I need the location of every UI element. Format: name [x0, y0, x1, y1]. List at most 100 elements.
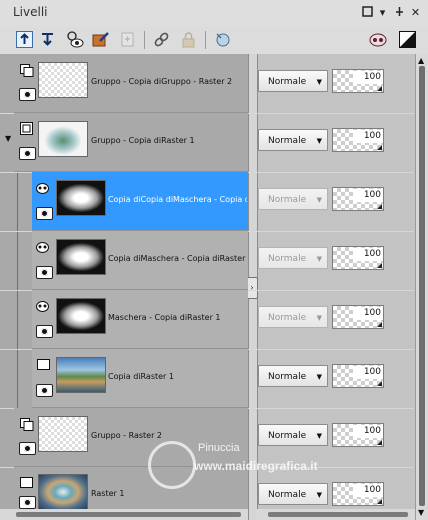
blend-mode-select[interactable]: Normale ▼ — [258, 129, 328, 151]
layer-thumbnail — [56, 357, 106, 393]
vertical-scrollbar[interactable]: ▲ ▼ — [415, 54, 428, 520]
layer-name: Copia diMaschera - Copia diRaster — [108, 254, 246, 263]
layer-thumbnail — [38, 62, 88, 98]
layer-thumbnail — [38, 474, 88, 510]
scroll-up-icon[interactable]: ▲ — [418, 56, 424, 65]
blend-mode-value: Normale — [268, 490, 307, 500]
layer-row[interactable]: Raster 1 Normale ▼ 100 — [0, 467, 414, 510]
opacity-field[interactable]: 100 — [332, 128, 384, 152]
horizontal-scrollbar-right[interactable] — [256, 509, 415, 520]
resize-corner-icon — [377, 86, 382, 91]
opacity-field[interactable]: 100 — [332, 482, 384, 506]
group-layer-icon — [20, 64, 34, 77]
blend-mode-select[interactable]: Normale ▼ — [258, 483, 328, 505]
chevron-down-icon: ▼ — [316, 255, 322, 263]
layer-row[interactable]: Copia diMaschera - Copia diRaster Normal… — [0, 231, 414, 291]
menu-dropdown-icon[interactable]: ▾ — [376, 6, 389, 19]
layer-name: Copia diRaster 1 — [108, 372, 174, 381]
layer-row[interactable]: Copia diCopia diMaschera - Copia d Norma… — [0, 172, 414, 232]
link-layers-icon[interactable] — [152, 30, 170, 48]
layer-name: Gruppo - Copia diRaster 1 — [91, 136, 195, 145]
scrollbar-thumb[interactable] — [16, 512, 241, 517]
duplicate-layer-icon[interactable] — [118, 30, 136, 48]
resize-corner-icon — [377, 145, 382, 150]
blend-mode-value: Normale — [268, 195, 307, 205]
opacity-field[interactable]: 100 — [332, 423, 384, 447]
layer-row[interactable]: Gruppo - Copia diGruppo - Raster 2 Norma… — [0, 54, 414, 114]
visibility-eye-icon[interactable] — [36, 384, 53, 397]
mask-layer-icon — [36, 242, 49, 253]
resize-corner-icon — [377, 499, 382, 504]
blend-mode-select[interactable]: Normale ▼ — [258, 247, 328, 269]
blend-mode-select[interactable]: Normale ▼ — [258, 365, 328, 387]
chevron-down-icon: ▼ — [316, 196, 322, 204]
restore-icon[interactable] — [361, 6, 374, 19]
opacity-value: 100 — [353, 307, 383, 320]
edit-layer-icon[interactable] — [92, 30, 110, 48]
blend-mode-value: Normale — [268, 254, 307, 264]
layer-row[interactable]: Gruppo - Copia diRaster 1 Normale ▼ 100 — [0, 113, 414, 173]
visibility-toggle-icon[interactable] — [66, 30, 84, 48]
scrollbar-thumb[interactable] — [268, 512, 408, 517]
raster-layer-icon — [37, 359, 51, 371]
invert-icon[interactable] — [398, 30, 416, 48]
visibility-eye-icon[interactable] — [36, 266, 53, 279]
visibility-eye-icon[interactable] — [19, 442, 36, 455]
blend-mode-select[interactable]: Normale ▼ — [258, 306, 328, 328]
layers-panel: › ▼ Gruppo - Copia diGruppo - Raster 2 N… — [0, 54, 428, 520]
blend-mode-value: Normale — [268, 77, 307, 87]
opacity-value: 100 — [353, 130, 383, 143]
visibility-eye-icon[interactable] — [19, 88, 36, 101]
scroll-down-icon[interactable]: ▼ — [418, 508, 424, 517]
layer-name: Copia diCopia diMaschera - Copia d — [108, 195, 247, 204]
layer-name: Maschera - Copia diRaster 1 — [108, 313, 221, 322]
opacity-field[interactable]: 100 — [332, 69, 384, 93]
pin-icon[interactable] — [393, 6, 406, 19]
blend-mode-select[interactable]: Normale ▼ — [258, 188, 328, 210]
opacity-value: 100 — [353, 484, 383, 497]
opacity-value: 100 — [353, 71, 383, 84]
resize-corner-icon — [377, 263, 382, 268]
blend-mode-value: Normale — [268, 372, 307, 382]
visibility-eye-icon[interactable] — [19, 496, 36, 509]
toolbar-separator — [144, 31, 145, 49]
blend-mode-value: Normale — [268, 431, 307, 441]
new-raster-layer-icon[interactable] — [15, 30, 33, 48]
lock-layer-icon[interactable] — [179, 30, 197, 48]
opacity-field[interactable]: 100 — [332, 364, 384, 388]
opacity-value: 100 — [353, 366, 383, 379]
chevron-down-icon: ▼ — [316, 491, 322, 499]
scrollbar-thumb[interactable] — [419, 66, 425, 506]
visibility-eye-icon[interactable] — [19, 147, 36, 160]
panel-title: Livelli — [13, 5, 48, 19]
layers-toolbar — [0, 26, 428, 55]
layer-row[interactable]: Maschera - Copia diRaster 1 Normale ▼ 100 — [0, 290, 414, 350]
blend-mode-select[interactable]: Normale ▼ — [258, 70, 328, 92]
opacity-field[interactable]: 100 — [332, 246, 384, 270]
group-layer-icon — [20, 418, 34, 431]
visibility-eye-icon[interactable] — [36, 207, 53, 220]
close-icon[interactable]: ✕ — [409, 6, 422, 19]
blend-mode-select[interactable]: Normale ▼ — [258, 424, 328, 446]
layer-row[interactable]: Gruppo - Raster 2 Normale ▼ 100 — [0, 408, 414, 468]
opacity-field[interactable]: 100 — [332, 305, 384, 329]
raster-layer-icon — [20, 477, 34, 489]
blend-mode-value: Normale — [268, 136, 307, 146]
horizontal-scrollbar-left[interactable] — [0, 509, 248, 520]
opacity-field[interactable]: 100 — [332, 187, 384, 211]
new-vector-layer-icon[interactable] — [38, 30, 56, 48]
layer-name: Gruppo - Raster 2 — [91, 431, 163, 440]
layer-thumbnail — [38, 121, 88, 157]
visibility-eye-icon[interactable] — [36, 325, 53, 338]
layer-row[interactable]: Copia diRaster 1 Normale ▼ 100 — [0, 349, 414, 409]
chevron-down-icon: ▼ — [316, 373, 322, 381]
opacity-value: 100 — [353, 248, 383, 261]
resize-corner-icon — [377, 204, 382, 209]
layer-name: Gruppo - Copia diGruppo - Raster 2 — [91, 77, 233, 86]
layer-thumbnail — [56, 298, 106, 334]
panel-title-bar: Livelli ▾ ✕ — [0, 0, 428, 27]
blend-mode-value: Normale — [268, 313, 307, 323]
resize-corner-icon — [377, 322, 382, 327]
mask-icon[interactable] — [369, 30, 387, 48]
delete-layer-icon[interactable] — [213, 30, 231, 48]
